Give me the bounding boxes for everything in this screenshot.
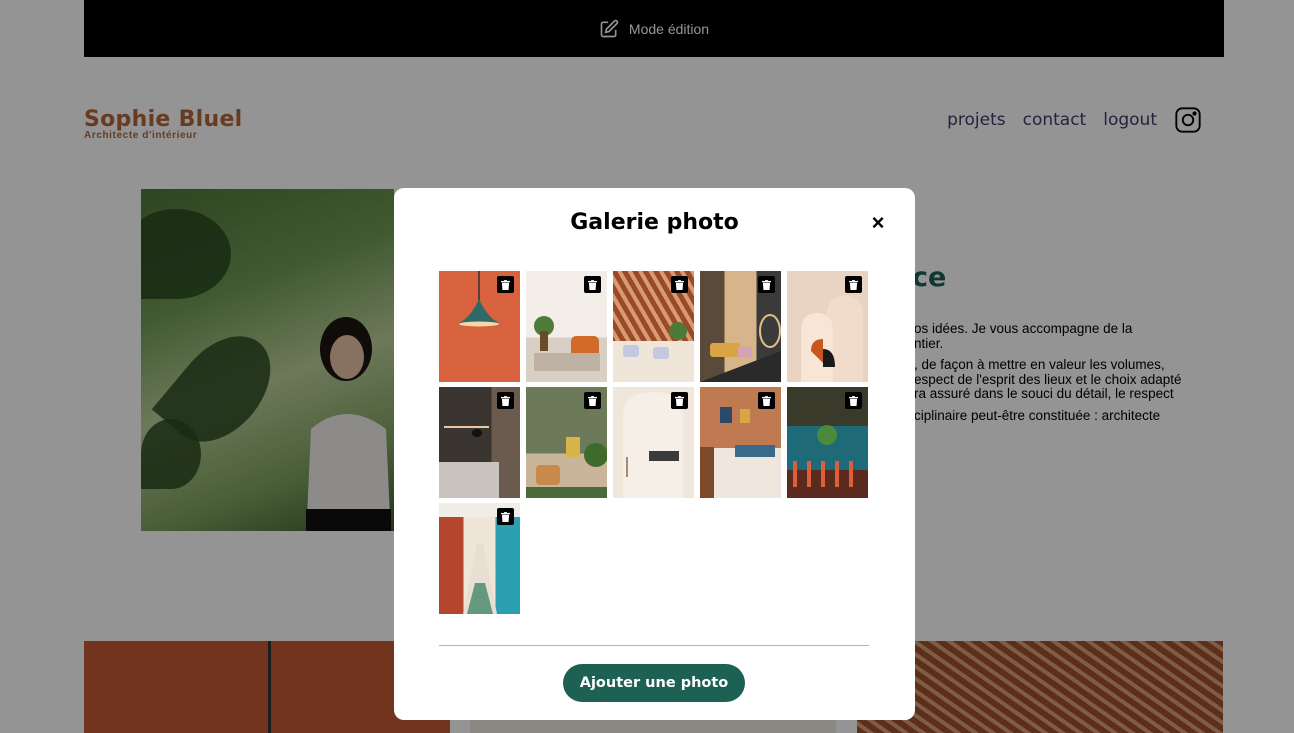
delete-photo-button[interactable]	[845, 276, 862, 293]
delete-photo-button[interactable]	[845, 392, 862, 409]
delete-photo-button[interactable]	[758, 276, 775, 293]
gallery-thumbnail	[439, 503, 520, 614]
trash-icon	[501, 395, 510, 406]
trash-icon	[675, 279, 684, 290]
gallery-thumbnail	[526, 387, 607, 498]
trash-icon	[675, 395, 684, 406]
trash-icon	[588, 395, 597, 406]
add-photo-button[interactable]: Ajouter une photo	[563, 664, 745, 702]
delete-photo-button[interactable]	[671, 276, 688, 293]
delete-photo-button[interactable]	[497, 508, 514, 525]
modal-title: Galerie photo	[570, 210, 739, 235]
trash-icon	[849, 395, 858, 406]
gallery-thumbnail	[700, 387, 781, 498]
gallery-thumbnail	[787, 271, 868, 382]
photo-gallery-modal: Galerie photo × Ajouter une photo	[394, 188, 915, 720]
trash-icon	[849, 279, 858, 290]
delete-photo-button[interactable]	[584, 392, 601, 409]
gallery-thumbnail	[439, 387, 520, 498]
delete-photo-button[interactable]	[497, 276, 514, 293]
trash-icon	[762, 395, 771, 406]
gallery-thumbnail	[787, 387, 868, 498]
gallery-thumbnail	[613, 387, 694, 498]
delete-photo-button[interactable]	[584, 276, 601, 293]
gallery-grid	[439, 271, 869, 614]
gallery-thumbnail	[613, 271, 694, 382]
delete-photo-button[interactable]	[497, 392, 514, 409]
gallery-thumbnail	[526, 271, 607, 382]
modal-divider	[439, 645, 869, 646]
trash-icon	[501, 279, 510, 290]
close-button[interactable]: ×	[867, 212, 889, 234]
delete-photo-button[interactable]	[758, 392, 775, 409]
gallery-thumbnail	[439, 271, 520, 382]
trash-icon	[501, 511, 510, 522]
trash-icon	[762, 279, 771, 290]
gallery-thumbnail	[700, 271, 781, 382]
delete-photo-button[interactable]	[671, 392, 688, 409]
trash-icon	[588, 279, 597, 290]
